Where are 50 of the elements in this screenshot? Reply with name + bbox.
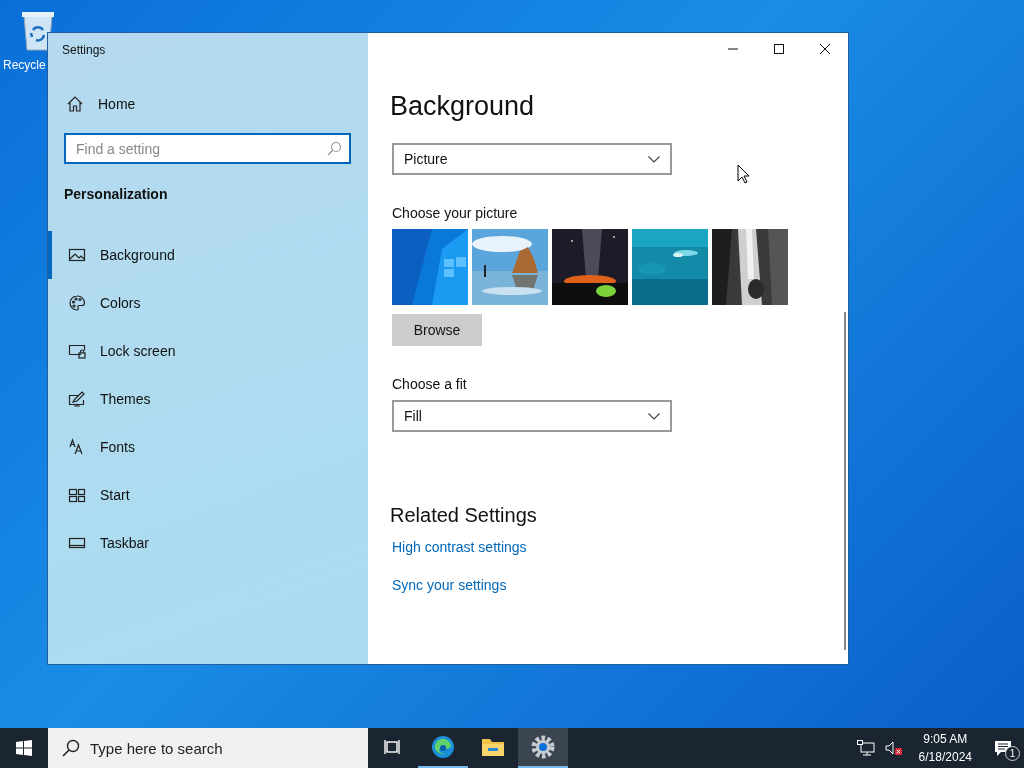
search-placeholder: Type here to search bbox=[90, 739, 223, 757]
dropdown[interactable]: Fill bbox=[392, 400, 672, 432]
windows-logo-icon bbox=[16, 740, 32, 756]
clock-date: 6/18/2024 bbox=[918, 749, 972, 766]
sidebar-item[interactable]: Themes bbox=[48, 375, 368, 423]
maximize-icon bbox=[774, 44, 784, 54]
settings-link[interactable]: Sync your settings bbox=[392, 577, 507, 593]
network-icon[interactable] bbox=[856, 740, 875, 756]
sidebar-item[interactable]: Lock screen bbox=[48, 327, 368, 375]
folder-icon bbox=[481, 737, 505, 757]
taskbar-search-field[interactable]: Type here to search bbox=[48, 728, 368, 768]
section-heading: Related Settings bbox=[390, 504, 538, 527]
home-link[interactable]: Home bbox=[66, 95, 136, 113]
close-icon bbox=[820, 44, 830, 54]
task-view-icon bbox=[384, 739, 402, 755]
section-heading: Personalization bbox=[64, 186, 169, 202]
scrollbar[interactable] bbox=[844, 312, 846, 650]
tiles-icon bbox=[68, 486, 86, 504]
palette-icon bbox=[68, 294, 86, 312]
window-title: Settings bbox=[61, 42, 107, 59]
sidebar-item[interactable]: Fonts bbox=[48, 423, 368, 471]
field-label: Choose a fit bbox=[392, 376, 468, 392]
notification-button[interactable]: 1 bbox=[988, 733, 1018, 763]
brush-monitor-icon bbox=[68, 390, 86, 408]
gear-icon bbox=[531, 735, 555, 759]
sidebar-item[interactable]: Colors bbox=[48, 279, 368, 327]
cursor-icon bbox=[737, 164, 750, 184]
image-icon bbox=[68, 246, 86, 264]
home-icon bbox=[66, 95, 84, 113]
chevron-down-icon bbox=[648, 155, 660, 163]
taskbar-app-button[interactable] bbox=[518, 728, 568, 768]
search-icon bbox=[62, 739, 80, 757]
dropdown[interactable]: Picture bbox=[392, 143, 672, 175]
clock-time: 9:05 AM bbox=[923, 731, 968, 748]
sidebar-item[interactable]: Start bbox=[48, 471, 368, 519]
sidebar-item[interactable]: Background bbox=[48, 231, 368, 279]
desktop-icon-label[interactable]: Recycle bbox=[0, 58, 46, 72]
field-label: Choose your picture bbox=[392, 205, 519, 221]
lock-screen-icon bbox=[68, 342, 86, 360]
settings-link[interactable]: High contrast settings bbox=[392, 539, 527, 555]
edge-icon bbox=[431, 735, 455, 759]
clock[interactable]: 9:05 AM 6/18/2024 bbox=[912, 730, 978, 766]
sidebar-item[interactable]: Taskbar bbox=[48, 519, 368, 567]
notification-badge: 1 bbox=[1005, 746, 1020, 761]
page-title: Background bbox=[390, 90, 536, 123]
browse-button[interactable]: Browse bbox=[392, 314, 482, 346]
search-field[interactable]: Find a setting bbox=[64, 133, 351, 164]
chevron-down-icon bbox=[648, 412, 660, 420]
muted-speaker-icon[interactable] bbox=[884, 740, 903, 756]
search-icon[interactable] bbox=[326, 141, 342, 157]
